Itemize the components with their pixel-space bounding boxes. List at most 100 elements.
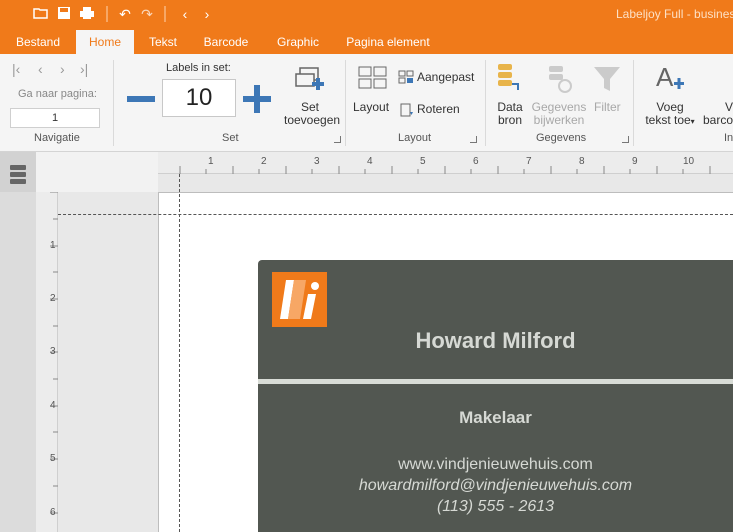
data-dialog-launcher[interactable]	[622, 136, 629, 143]
group-separator	[113, 60, 114, 146]
ruler-tick-label: 4	[50, 400, 56, 411]
ruler-tick-label: 7	[526, 156, 532, 167]
data-source-label-line1: Data	[497, 100, 523, 114]
left-tool-strip	[0, 152, 36, 532]
update-data-icon[interactable]	[547, 64, 573, 97]
tab-pagina-element[interactable]: Pagina element	[340, 30, 436, 54]
ruler-tick-label: 3	[314, 156, 320, 167]
add-text-label-line2: tekst toe	[645, 113, 691, 127]
tab-home[interactable]: Home	[76, 30, 134, 55]
add-barcode-label-line2: barco	[703, 113, 733, 127]
ruler-tick-label: 2	[50, 293, 56, 304]
quick-access-separator	[106, 6, 108, 22]
add-text-label-line1: Voeg	[656, 100, 684, 114]
print-icon[interactable]	[78, 6, 96, 22]
labels-in-set-label: Labels in set:	[166, 62, 231, 74]
add-text-label[interactable]: Voeg tekst toe▾	[641, 101, 699, 128]
ruler-tick-label: 5	[50, 453, 56, 464]
custom-layout-label[interactable]: Aangepast	[417, 71, 474, 84]
quick-access-separator	[164, 6, 166, 22]
window-title: Labeljoy Full - busines	[616, 7, 733, 21]
margin-guide-horizontal	[58, 214, 733, 215]
card-email[interactable]: howardmilford@vindjenieuwehuis.com	[258, 477, 733, 495]
tab-bestand[interactable]: Bestand	[8, 30, 68, 54]
ruler-tick-label: 10	[683, 156, 695, 167]
rotate-label[interactable]: Roteren	[417, 103, 460, 116]
group-label-insert: In	[724, 132, 733, 144]
update-data-label[interactable]: Gegevens bijwerken	[531, 101, 587, 127]
title-bar: ↶ ↷ ‹ › Labeljoy Full - busines	[0, 0, 733, 30]
group-label-layout: Layout	[398, 132, 432, 144]
custom-layout-icon[interactable]	[398, 70, 414, 87]
set-dialog-launcher[interactable]	[334, 136, 341, 143]
group-label-data: Gegevens	[536, 132, 587, 144]
labels-in-set-input[interactable]: 10	[162, 79, 236, 117]
ruler-tick-label: 3	[50, 346, 56, 357]
ruler-tick-label: 6	[50, 507, 56, 518]
add-set-label-line1: Set	[300, 100, 319, 114]
filter-label[interactable]: Filter	[594, 101, 621, 114]
ruler-tick-label: 4	[367, 156, 373, 167]
data-source-label-line2: bron	[497, 113, 523, 127]
forward-arrow-icon[interactable]: ›	[198, 6, 216, 22]
horizontal-ruler: 1 2 3 4 5 6 7 8 9 10	[158, 152, 733, 174]
card-website[interactable]: www.vindjenieuwehuis.com	[258, 456, 733, 474]
layers-icon[interactable]	[9, 164, 27, 187]
card-phone[interactable]: (113) 555 - 2613	[258, 498, 733, 516]
left-strip-header	[0, 152, 36, 192]
add-set-label[interactable]: Set toevoegen	[284, 100, 340, 127]
tab-barcode[interactable]: Barcode	[196, 30, 256, 54]
ruler-tick-label: 6	[473, 156, 479, 167]
ruler-tick-label: 1	[50, 240, 56, 251]
increase-labels-button[interactable]	[242, 84, 272, 117]
update-data-label-line1: Gegevens	[531, 100, 587, 114]
group-separator	[633, 60, 634, 146]
save-icon[interactable]	[55, 6, 73, 22]
page-number-input[interactable]: 1	[10, 108, 100, 128]
add-barcode-label[interactable]: V barco	[703, 101, 733, 127]
group-label-set: Set	[222, 132, 239, 144]
open-folder-icon[interactable]	[32, 6, 50, 22]
add-text-icon[interactable]: A	[654, 62, 688, 97]
decrease-labels-button[interactable]	[126, 84, 156, 117]
ruler-tick-label: 9	[632, 156, 638, 167]
update-data-label-line2: bijwerken	[533, 113, 585, 127]
layout-icon[interactable]	[358, 66, 388, 93]
first-page-icon[interactable]: |‹	[12, 62, 20, 76]
rotate-icon[interactable]	[398, 102, 414, 121]
group-separator	[345, 60, 346, 146]
ruler-corner	[36, 152, 158, 192]
data-source-label[interactable]: Data bron	[494, 101, 526, 127]
layout-button-label[interactable]: Layout	[353, 101, 389, 114]
ruler-tick-label: 1	[208, 156, 214, 167]
add-set-icon[interactable]	[294, 66, 326, 99]
data-source-icon[interactable]	[496, 62, 522, 97]
goto-page-label: Ga naar pagina:	[18, 88, 97, 100]
previous-page-icon[interactable]: ‹	[38, 62, 43, 76]
dropdown-caret-icon: ▾	[690, 117, 695, 126]
last-page-icon[interactable]: ›|	[80, 62, 88, 76]
tab-graphic[interactable]: Graphic	[268, 30, 328, 54]
layout-dialog-launcher[interactable]	[470, 136, 477, 143]
card-name[interactable]: Howard Milford	[258, 328, 733, 354]
ruler-tick-label: 5	[420, 156, 426, 167]
group-separator	[485, 60, 486, 146]
svg-text:A: A	[656, 62, 674, 92]
ribbon-tabs: Bestand Home Tekst Barcode Graphic Pagin…	[0, 30, 733, 55]
undo-icon[interactable]: ↶	[116, 6, 134, 22]
vertical-ruler: 1 2 3 4 5 6	[36, 192, 58, 532]
group-label-navigation: Navigatie	[34, 132, 80, 144]
ruler-tick-label: 8	[579, 156, 585, 167]
margin-guide-vertical	[179, 174, 180, 532]
next-page-icon[interactable]: ›	[60, 62, 65, 76]
add-set-label-line2: toevoegen	[284, 113, 341, 127]
ribbon: |‹ ‹ › ›| Ga naar pagina: 1 Navigatie La…	[0, 54, 733, 152]
tab-tekst[interactable]: Tekst	[140, 30, 186, 54]
card-divider-line[interactable]	[258, 379, 733, 384]
company-logo[interactable]	[272, 272, 327, 330]
card-role[interactable]: Makelaar	[258, 408, 733, 428]
filter-icon[interactable]	[592, 64, 622, 97]
ruler-tick-label: 2	[261, 156, 267, 167]
redo-icon[interactable]: ↷	[138, 6, 156, 22]
back-arrow-icon[interactable]: ‹	[176, 6, 194, 22]
